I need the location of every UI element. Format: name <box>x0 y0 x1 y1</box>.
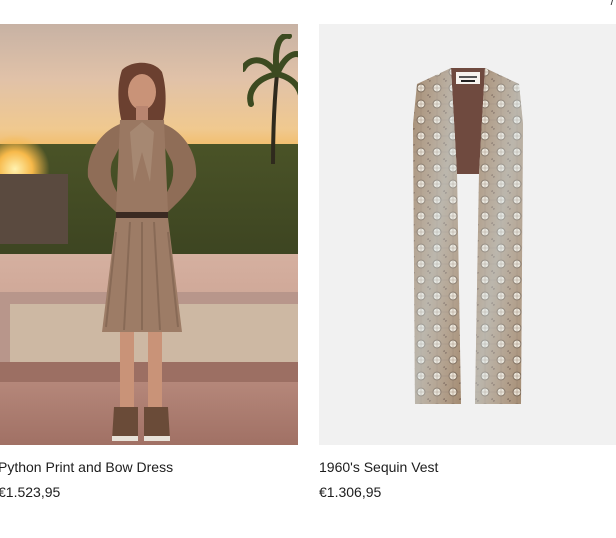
product-card[interactable]: Python Print and Bow Dress €1.523,95 <box>0 24 298 500</box>
product-card[interactable]: 1960's Sequin Vest €1.306,95 <box>319 24 616 500</box>
product-grid: Python Print and Bow Dress €1.523,95 196… <box>0 24 616 524</box>
corner-mark: / <box>610 0 614 8</box>
product-name[interactable]: 1960's Sequin Vest <box>319 459 616 475</box>
product-price: €1.306,95 <box>319 484 382 500</box>
vest-illustration <box>413 68 523 404</box>
product-price: €1.523,95 <box>0 484 61 500</box>
product-image-vest[interactable] <box>319 24 616 445</box>
model-figure <box>87 62 197 441</box>
product-name[interactable]: Python Print and Bow Dress <box>0 459 298 475</box>
product-image-dress[interactable] <box>0 24 298 445</box>
photo-scene <box>0 24 298 445</box>
palm-tree <box>243 34 298 164</box>
